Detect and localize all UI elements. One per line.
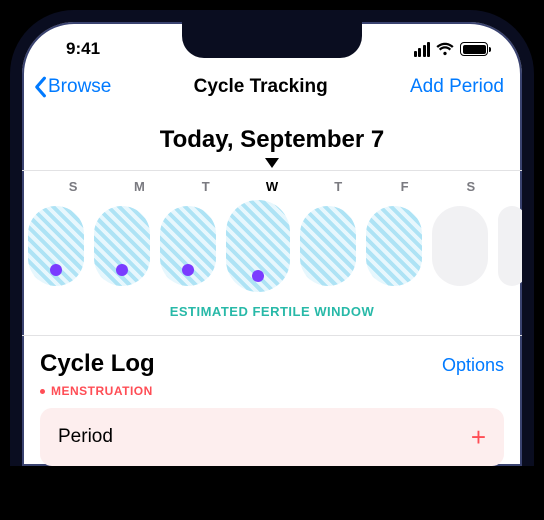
prediction-dot	[50, 264, 62, 276]
battery-icon	[460, 42, 488, 56]
day-oval[interactable]	[160, 206, 216, 286]
chevron-left-icon	[32, 76, 48, 98]
nav-title: Cycle Tracking	[194, 76, 328, 98]
day-oval[interactable]	[432, 206, 488, 286]
prediction-dot	[116, 264, 128, 276]
weekday-letter: F	[371, 179, 437, 194]
add-period-button[interactable]: Add Period	[410, 76, 504, 98]
volume-up-button	[10, 222, 11, 284]
day-oval[interactable]	[300, 206, 356, 286]
back-button[interactable]: Browse	[32, 76, 111, 98]
notch	[182, 22, 362, 58]
weekday-letter: T	[173, 179, 239, 194]
ringer-switch	[10, 162, 11, 196]
fertile-window-caption: ESTIMATED FERTILE WINDOW	[22, 298, 522, 335]
weekday-letter: M	[106, 179, 172, 194]
menstruation-label: MENSTRUATION	[40, 384, 504, 398]
day-oval-today[interactable]	[226, 200, 290, 292]
period-row[interactable]: Period +	[40, 408, 504, 466]
iphone-frame: 9:41 Browse Cycle Tracking Add Period To…	[10, 10, 534, 466]
day-ovals-row	[22, 200, 522, 298]
weekday-letter: S	[438, 179, 504, 194]
day-oval[interactable]	[366, 206, 422, 286]
day-oval-next-peek[interactable]	[498, 206, 526, 286]
day-oval[interactable]	[28, 206, 84, 286]
weekday-letter: W	[239, 179, 305, 194]
prediction-dot	[182, 264, 194, 276]
nav-bar: Browse Cycle Tracking Add Period	[22, 76, 522, 112]
wifi-icon	[436, 42, 454, 56]
today-pointer-icon	[22, 158, 522, 168]
options-button[interactable]: Options	[442, 355, 504, 376]
day-oval[interactable]	[94, 206, 150, 286]
volume-down-button	[10, 298, 11, 360]
weekday-row: S M T W T F S	[22, 171, 522, 200]
cycle-log-title: Cycle Log	[40, 350, 155, 378]
status-time: 9:41	[66, 39, 100, 59]
weekday-letter: S	[40, 179, 106, 194]
side-button	[533, 232, 534, 328]
week-strip[interactable]: S M T W T F S ESTIMATED FERTILE WINDOW	[22, 170, 522, 335]
date-heading: Today, September 7	[22, 126, 522, 154]
cellular-icon	[414, 42, 431, 57]
back-label: Browse	[48, 76, 111, 98]
plus-icon: +	[471, 424, 486, 450]
status-right	[414, 42, 489, 57]
prediction-dot	[252, 270, 264, 282]
weekday-letter: T	[305, 179, 371, 194]
period-row-label: Period	[58, 426, 113, 448]
cycle-log-section: Cycle Log Options MENSTRUATION Period +	[22, 335, 522, 466]
